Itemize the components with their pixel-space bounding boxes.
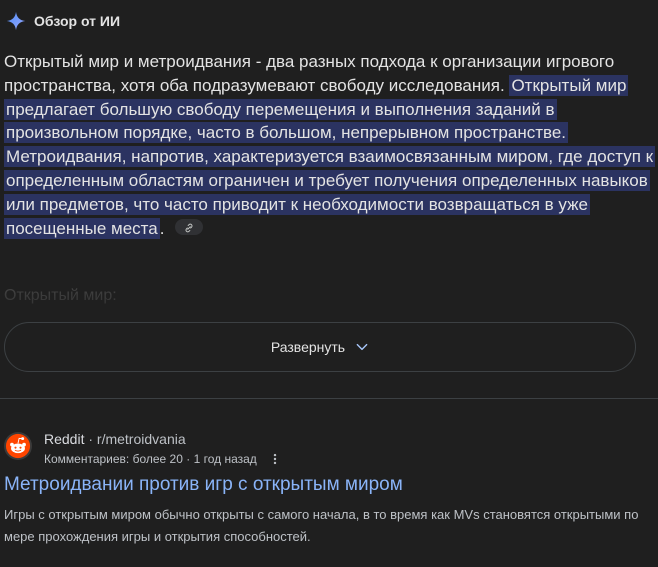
result-separator: · [88,431,94,447]
expand-button-label: Развернуть [270,339,346,355]
faded-section-heading: Открытый мир: [4,287,117,304]
result-meta: Комментариев: более 20 · 1 год назад [44,451,283,467]
more-vert-icon[interactable] [267,451,283,467]
link-icon [185,223,193,232]
highlighted-passage-2[interactable]: Метроидвания, напротив, характеризуется … [4,146,656,239]
result-snippet: Игры с открытым миром обычно открыты с с… [4,507,639,544]
result-site-name: Reddit [44,431,85,447]
chevron-down-icon [356,343,368,351]
trailing-period: . [159,218,165,238]
section-divider [0,398,658,399]
ai-overview-text: Открытый мир и метроидвания - два разных… [4,50,656,240]
result-meta-text: Комментариев: более 20 · 1 год назад [44,452,257,466]
result-path: r/metroidvania [96,431,186,447]
expand-button[interactable]: Развернуть [4,322,636,372]
source-link-chip[interactable] [175,219,204,236]
reddit-logo-icon[interactable] [4,432,32,460]
result-source[interactable]: Reddit · r/metroidvania [44,431,186,447]
ai-overview-title: Обзор от ИИ [34,13,121,29]
result-title-link[interactable]: Метроидвании против игр с открытым миром [4,474,403,496]
gemini-sparkle-icon [6,11,26,31]
ai-overview-header: Обзор от ИИ [6,9,120,33]
